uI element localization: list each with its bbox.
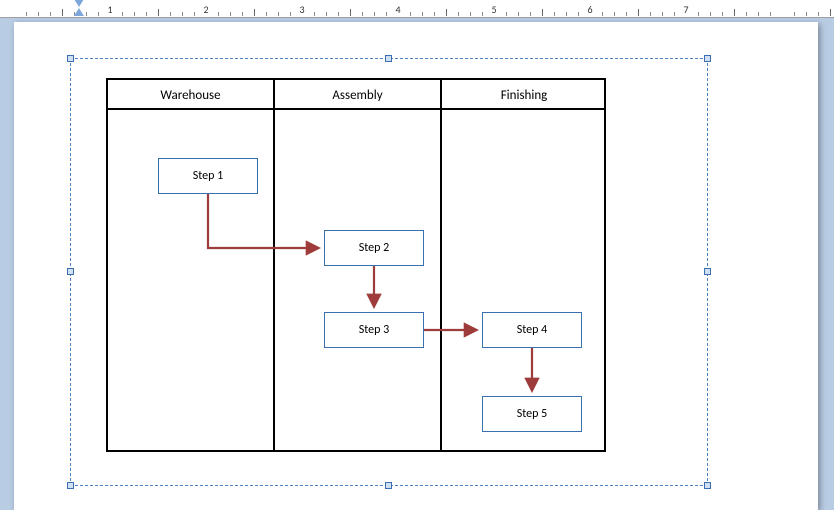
first-line-indent-marker[interactable] bbox=[74, 0, 84, 7]
step-label: Step 2 bbox=[359, 241, 389, 255]
step-3[interactable]: Step 3 bbox=[324, 312, 424, 348]
hanging-indent-marker[interactable] bbox=[74, 8, 84, 16]
resize-handle-mid-right[interactable] bbox=[704, 268, 711, 275]
resize-handle-bottom-left[interactable] bbox=[67, 482, 74, 489]
ruler-number: 1 bbox=[104, 3, 116, 16]
lane-separator bbox=[273, 80, 275, 450]
ruler-number: 7 bbox=[680, 3, 692, 16]
resize-handle-top-right[interactable] bbox=[704, 55, 711, 62]
ruler-number: 2 bbox=[200, 3, 212, 16]
resize-handle-top-mid[interactable] bbox=[385, 55, 392, 62]
lane-label-assembly: Assembly bbox=[275, 80, 440, 110]
lane-label-warehouse: Warehouse bbox=[108, 80, 273, 110]
lane-separator bbox=[440, 80, 442, 450]
resize-handle-mid-left[interactable] bbox=[67, 268, 74, 275]
document-page[interactable]: Warehouse Assembly Finishing Step 1 Step… bbox=[14, 22, 818, 510]
step-label: Step 1 bbox=[193, 169, 223, 183]
ruler-number: 3 bbox=[296, 3, 308, 16]
step-4[interactable]: Step 4 bbox=[482, 312, 582, 348]
ruler-number: 6 bbox=[584, 3, 596, 16]
ruler-number: 5 bbox=[488, 3, 500, 16]
step-5[interactable]: Step 5 bbox=[482, 396, 582, 432]
step-label: Step 5 bbox=[517, 407, 547, 421]
step-label: Step 4 bbox=[517, 323, 547, 337]
lane-label-finishing: Finishing bbox=[442, 80, 606, 110]
resize-handle-top-left[interactable] bbox=[67, 55, 74, 62]
swimlane-diagram[interactable]: Warehouse Assembly Finishing Step 1 Step… bbox=[106, 78, 606, 452]
step-label: Step 3 bbox=[359, 323, 389, 337]
horizontal-ruler[interactable]: 1 2 3 4 5 6 7 bbox=[0, 0, 834, 18]
resize-handle-bottom-mid[interactable] bbox=[385, 482, 392, 489]
step-1[interactable]: Step 1 bbox=[158, 158, 258, 194]
ruler-number: 4 bbox=[392, 3, 404, 16]
resize-handle-bottom-right[interactable] bbox=[704, 482, 711, 489]
step-2[interactable]: Step 2 bbox=[324, 230, 424, 266]
